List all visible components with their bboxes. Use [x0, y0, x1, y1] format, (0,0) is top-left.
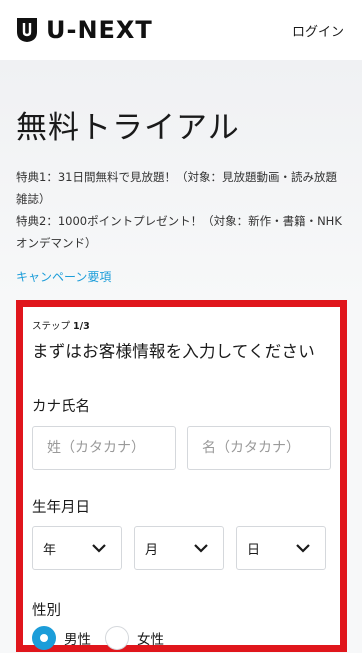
kana-name-fields — [32, 426, 331, 470]
login-link[interactable]: ログイン — [292, 21, 344, 40]
campaign-terms-link[interactable]: キャンペーン要項 — [16, 268, 111, 285]
birthdate-label: 生年月日 — [32, 500, 90, 516]
day-select[interactable]: 日 — [236, 526, 326, 570]
chevron-down-icon — [296, 544, 310, 553]
birthdate-fields: 年 月 日 — [32, 526, 331, 570]
gender-options: 男性 女性 — [32, 626, 331, 650]
step-indicator: ステップ 1/3 — [32, 318, 331, 332]
step-label: ステップ — [32, 321, 71, 332]
kana-name-label: カナ氏名 — [32, 399, 90, 415]
registration-form: ステップ1/3 まずはお客様情報を入力してください カナ氏名 生年月日 年 月 … — [16, 300, 347, 652]
first-name-kana-input[interactable] — [187, 426, 331, 470]
gender-label: 性別 — [32, 603, 61, 619]
month-select-value: 月 — [145, 542, 159, 558]
gender-radio-female[interactable] — [105, 626, 129, 650]
form-heading: まずはお客様情報を入力してください — [32, 342, 315, 361]
chevron-down-icon — [92, 544, 106, 553]
app-header: U-NEXT ログイン — [0, 0, 362, 60]
gender-option-label: 女性 — [137, 632, 164, 648]
page-title: 無料トライアル — [16, 110, 240, 146]
gender-radio-male[interactable] — [32, 626, 56, 650]
logo[interactable]: U-NEXT — [16, 16, 153, 44]
gender-option-male[interactable]: 男性 — [32, 626, 91, 650]
chevron-down-icon — [194, 544, 208, 553]
benefit-item: 特典1：31日間無料で見放題！（対象：見放題動画・読み放題雑誌） — [16, 170, 337, 206]
logo-text: U-NEXT — [46, 16, 153, 44]
year-select-value: 年 — [43, 542, 57, 558]
year-select[interactable]: 年 — [32, 526, 122, 570]
u-next-logo-icon — [16, 17, 38, 43]
step-value: 1/3 — [73, 321, 90, 332]
gender-option-label: 男性 — [64, 632, 91, 648]
benefit-item: 特典2：1000ポイントプレゼント！（対象：新作・書籍・NHKオンデマンド） — [16, 214, 342, 250]
benefit-list: 特典1：31日間無料で見放題！（対象：見放題動画・読み放題雑誌） 特典2：100… — [16, 166, 346, 254]
day-select-value: 日 — [247, 542, 261, 558]
hero-section: 無料トライアル 特典1：31日間無料で見放題！（対象：見放題動画・読み放題雑誌）… — [0, 110, 362, 285]
last-name-kana-input[interactable] — [32, 426, 176, 470]
month-select[interactable]: 月 — [134, 526, 224, 570]
gender-option-female[interactable]: 女性 — [105, 626, 164, 650]
